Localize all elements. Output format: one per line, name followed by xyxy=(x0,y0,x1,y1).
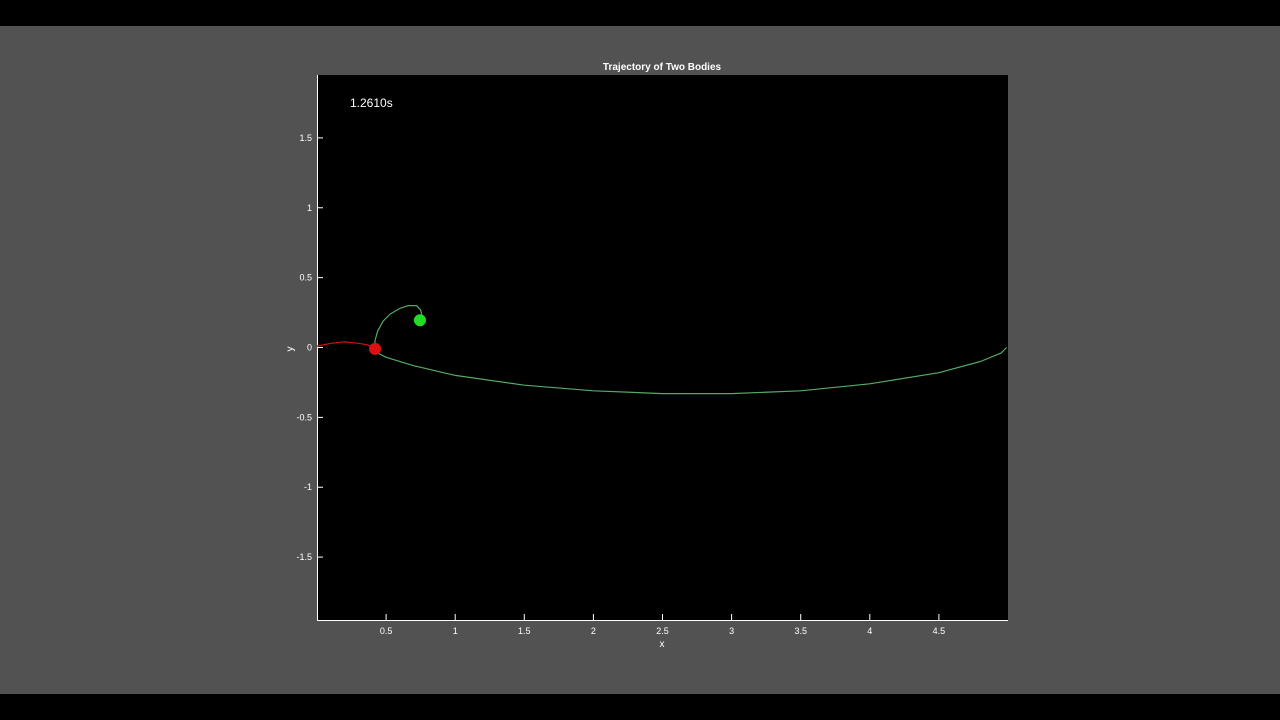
figure-window: Trajectory of Two Bodies 0.5 1 1.5 2 2.5 3 3.5… xyxy=(0,26,1280,694)
x-tick-label: 4.5 xyxy=(933,626,946,636)
y-axis-label: y xyxy=(285,347,296,352)
x-axis-label: x xyxy=(660,639,665,650)
y-tick-label: 0.5 xyxy=(299,273,312,283)
y-tick-label: 0 xyxy=(307,343,312,353)
x-tick-label: 1.5 xyxy=(518,626,531,636)
time-annotation: 1.2610s xyxy=(350,96,393,110)
x-tick-label: 2 xyxy=(591,626,596,636)
y-tick-label: -1 xyxy=(304,482,312,492)
y-tick-label: -0.5 xyxy=(296,412,312,422)
body-marker-2 xyxy=(369,342,382,355)
x-tick-label: 3 xyxy=(729,626,734,636)
x-tick-label: 1 xyxy=(453,626,458,636)
y-tick-label: -1.5 xyxy=(296,552,312,562)
plot-area xyxy=(317,75,1008,620)
trajectory-chart: Trajectory of Two Bodies 0.5 1 1.5 2 2.5 3 3.5… xyxy=(285,62,1008,650)
x-tick-label: 0.5 xyxy=(380,626,393,636)
y-tick-label: 1.5 xyxy=(299,133,312,143)
chart-title: Trajectory of Two Bodies xyxy=(603,62,722,73)
x-tick-label: 4 xyxy=(867,626,872,636)
y-tick-label: 1 xyxy=(307,203,312,213)
body-marker-1 xyxy=(413,314,426,327)
x-tick-label: 2.5 xyxy=(656,626,669,636)
x-tick-label: 3.5 xyxy=(794,626,807,636)
